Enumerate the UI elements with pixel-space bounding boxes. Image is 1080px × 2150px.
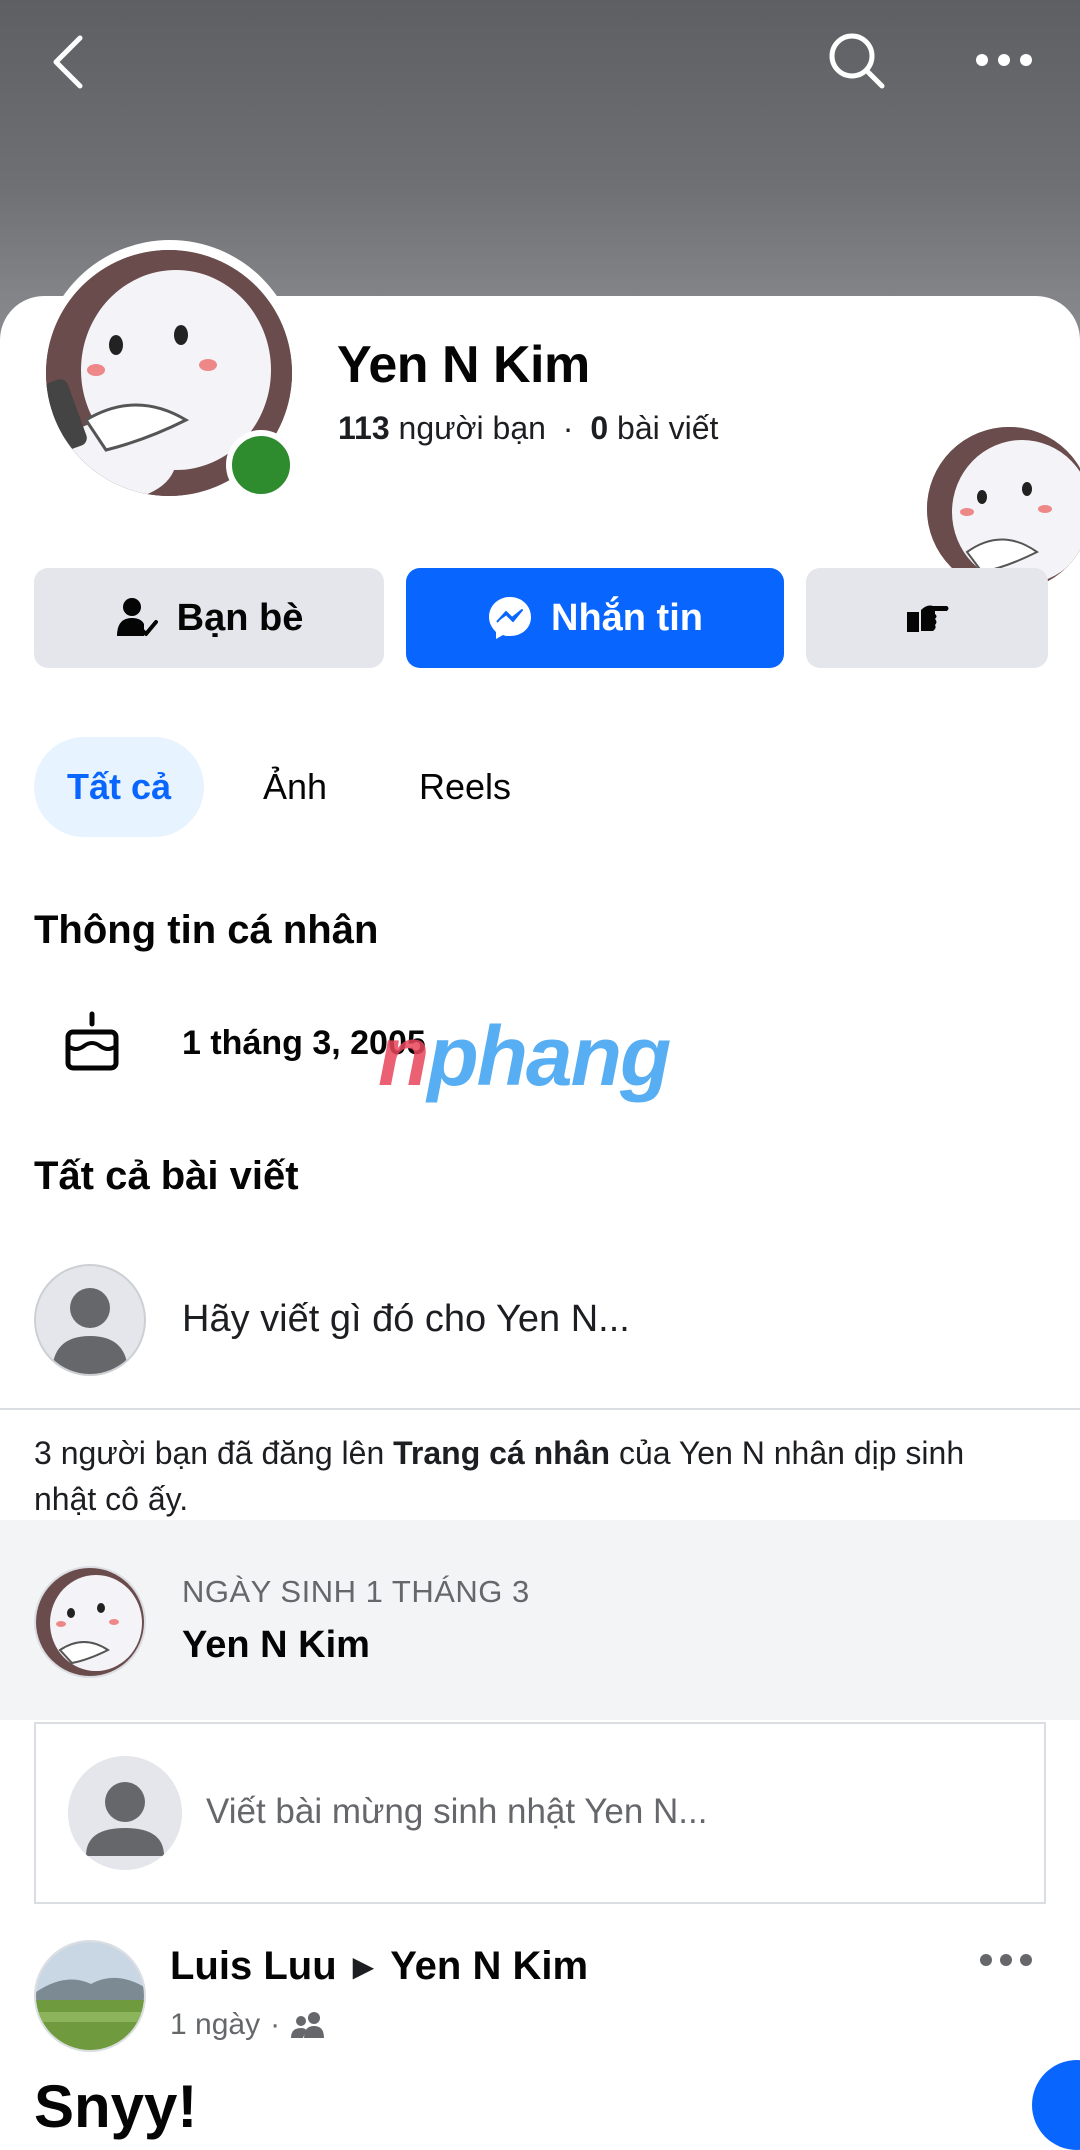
post-author-name[interactable]: Luis Luu [170,1944,337,1989]
all-posts-title: Tất cả bài viết [34,1154,299,1198]
wish-user-avatar[interactable] [68,1756,182,1870]
messenger-icon [489,597,531,639]
friends-audience-icon [291,2012,325,2038]
birthday-wish-input[interactable]: Viết bài mừng sinh nhật Yen N... [206,1792,707,1832]
online-status-dot [226,430,296,500]
divider [0,1408,1080,1410]
post-more-icon[interactable] [978,1950,1034,1970]
message-button-label: Nhắn tin [551,596,703,639]
post-header: Luis Luu ▶ Yen N Kim [170,1944,588,1989]
user-avatar[interactable] [34,1264,146,1376]
post-meta-dot: · [270,2008,281,2041]
birthday-label: NGÀY SINH 1 THÁNG 3 [182,1574,530,1609]
friends-button[interactable]: Bạn bè [34,568,384,668]
friends-label: người bạn [398,410,546,446]
post-target-name[interactable]: Yen N Kim [390,1944,588,1989]
birthday-cake-icon [60,1010,124,1074]
post-author-avatar[interactable] [34,1940,146,2052]
birthday-notice: 3 người bạn đã đăng lên Trang cá nhân củ… [34,1435,965,1517]
posts-label: bài viết [617,410,719,446]
tab-all[interactable]: Tất cả [34,737,204,837]
birthday-person-name[interactable]: Yen N Kim [182,1624,370,1667]
personal-info-title: Thông tin cá nhân [34,908,379,952]
message-button[interactable]: Nhắn tin [406,568,784,668]
friends-button-label: Bạn bè [176,596,304,639]
post-title: Snyy! [34,2073,198,2140]
profile-stats[interactable]: 113 người bạn · 0 bài viết [338,410,718,447]
tab-photos[interactable]: Ảnh [240,737,350,837]
search-icon[interactable] [826,30,888,92]
friends-count: 113 [338,410,390,446]
watermark-logo: nphang [378,1009,671,1103]
birthday-avatar[interactable] [34,1566,146,1678]
hand-point-icon [907,605,949,632]
posts-count: 0 [590,410,609,446]
birthday-card [0,1520,1080,1720]
post-target-arrow-icon: ▶ [352,1951,375,1982]
tab-reels[interactable]: Reels [400,737,530,837]
person-icon [52,1288,128,1374]
compose-post-input[interactable]: Hãy viết gì đó cho Yen N... [182,1298,630,1341]
more-icon[interactable] [974,50,1034,70]
post-time[interactable]: 1 ngày [170,2008,260,2042]
back-icon[interactable] [44,30,94,90]
stats-separator: · [562,410,574,446]
profile-name: Yen N Kim [337,336,590,394]
post-meta: 1 ngày · [170,2008,326,2042]
friends-check-icon [116,598,158,636]
more-actions-button[interactable] [806,568,1048,668]
person-icon [68,1756,182,1870]
